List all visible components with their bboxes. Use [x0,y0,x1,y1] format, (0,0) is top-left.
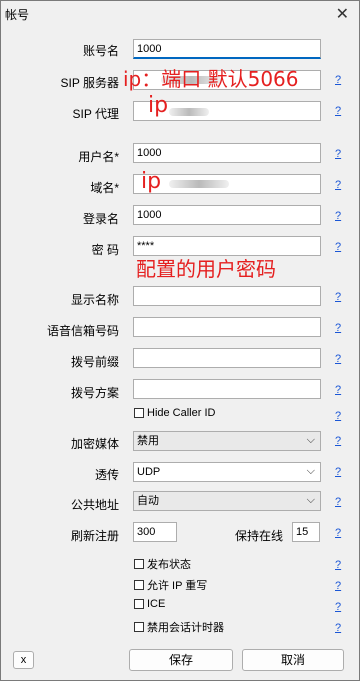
username-input[interactable]: 1000 [133,143,321,163]
x-button[interactable]: x [13,651,34,669]
allow-ip-rewrite-label: 允许 IP 重写 [147,580,208,592]
help-link-transport[interactable]: ? [335,466,341,478]
help-link-public-address[interactable]: ? [335,496,341,508]
disable-session-timer-label: 禁用会话计时器 [147,622,224,634]
keep-alive-input[interactable]: 15 [292,522,320,542]
checkbox-box[interactable] [134,580,144,590]
hide-caller-id-checkbox[interactable]: Hide Caller ID [134,407,215,419]
checkbox-box[interactable] [134,622,144,632]
refresh-register-label: 刷新注册 [70,529,119,543]
account-name-input[interactable]: 1000 [133,39,321,59]
help-link-publish-presence[interactable]: ? [335,559,341,571]
help-link-dial-prefix[interactable]: ? [335,353,341,365]
username-label: 用户名* [78,150,119,164]
help-link-password[interactable]: ? [335,241,341,253]
encryption-value: 禁用 [137,435,159,447]
proxy-annotation: ip [148,93,169,118]
chevron-down-icon: ⌵ [306,434,315,446]
help-link-hide-caller-id[interactable]: ? [335,410,341,422]
publish-presence-checkbox[interactable]: 发布状态 [134,556,191,572]
keep-alive-label: 保持在线 [235,529,284,543]
public-address-select[interactable]: 自动 ⌵ [133,491,321,511]
close-icon[interactable]: ✕ [336,4,349,24]
help-link-sip-server[interactable]: ? [335,74,341,86]
transport-label: 透传 [94,468,119,482]
voicemail-input[interactable] [133,317,321,337]
transport-value: UDP [137,466,161,478]
domain-annotation: ip [141,169,162,194]
ice-checkbox[interactable]: ICE [134,598,165,610]
ice-label: ICE [147,598,166,610]
chevron-down-icon: ⌵ [306,494,315,506]
login-label: 登录名 [82,212,119,226]
checkbox-box[interactable] [134,599,144,609]
redacted-blur [169,108,209,116]
save-button[interactable]: 保存 [129,649,233,671]
sip-server-label: SIP 服务器 [60,76,119,90]
account-dialog: 帐号 ✕ 账号名 1000 SIP 服务器 ip：端口 默认5066 ? SIP… [0,0,360,681]
help-link-ice[interactable]: ? [335,601,341,613]
allow-ip-rewrite-checkbox[interactable]: 允许 IP 重写 [134,577,207,593]
refresh-register-input[interactable]: 300 [133,522,177,542]
help-link-sip-proxy[interactable]: ? [335,105,341,117]
password-annotation: 配置的用户密码 [136,257,276,281]
display-name-label: 显示名称 [70,293,119,307]
voicemail-label: 语音信箱号码 [46,324,119,338]
help-link-refresh-register[interactable]: ? [335,527,341,539]
checkbox-box[interactable] [134,408,144,418]
display-name-input[interactable] [133,286,321,306]
dial-plan-label: 拨号方案 [70,386,119,400]
help-link-display-name[interactable]: ? [335,291,341,303]
public-address-value: 自动 [137,495,159,507]
sip-server-annotation: ip：端口 默认5066 [123,67,299,91]
transport-select[interactable]: UDP ⌵ [133,462,321,482]
help-link-allow-ip-rewrite[interactable]: ? [335,580,341,592]
dial-prefix-label: 拨号前缀 [70,355,119,369]
cancel-button[interactable]: 取消 [242,649,344,671]
disable-session-timer-checkbox[interactable]: 禁用会话计时器 [134,619,224,635]
checkbox-box[interactable] [134,559,144,569]
password-label: 密 码 [91,243,119,257]
dial-plan-input[interactable] [133,379,321,399]
redacted-blur [169,180,229,188]
help-link-disable-session-timer[interactable]: ? [335,622,341,634]
sip-proxy-label: SIP 代理 [72,107,119,121]
hide-caller-id-label: Hide Caller ID [147,407,216,419]
chevron-down-icon: ⌵ [306,465,315,477]
encryption-label: 加密媒体 [70,437,119,451]
encryption-select[interactable]: 禁用 ⌵ [133,431,321,451]
login-input[interactable]: 1000 [133,205,321,225]
help-link-domain[interactable]: ? [335,179,341,191]
title-bar: 帐号 ✕ [1,1,359,27]
help-link-username[interactable]: ? [335,148,341,160]
public-address-label: 公共地址 [70,498,119,512]
help-link-dial-plan[interactable]: ? [335,384,341,396]
help-link-login[interactable]: ? [335,210,341,222]
help-link-encryption[interactable]: ? [335,435,341,447]
domain-label: 域名* [90,181,119,195]
account-name-label: 账号名 [82,44,119,58]
window-title: 帐号 [5,8,30,22]
publish-presence-label: 发布状态 [147,559,191,571]
dial-prefix-input[interactable] [133,348,321,368]
help-link-voicemail[interactable]: ? [335,322,341,334]
